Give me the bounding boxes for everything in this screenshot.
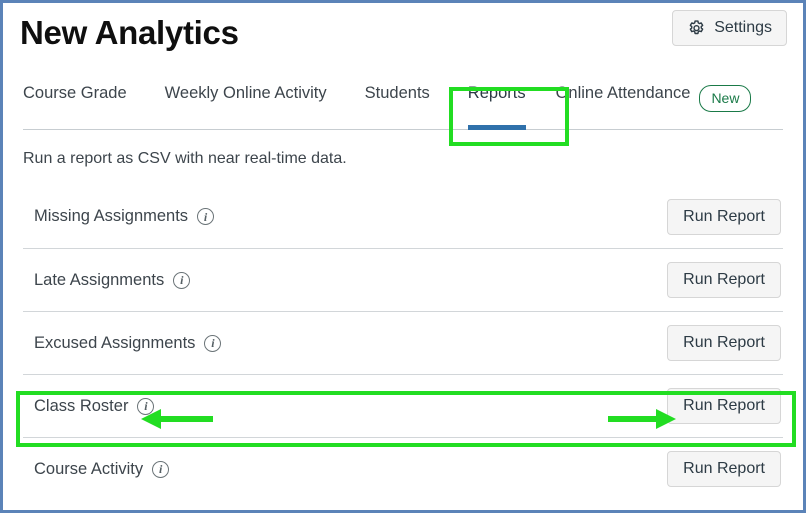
run-report-button[interactable]: Run Report — [667, 198, 781, 235]
page-header: New Analytics Settings — [3, 3, 803, 75]
settings-button[interactable]: Settings — [672, 10, 787, 46]
report-name: Class Roster — [34, 396, 129, 415]
page-title: New Analytics — [20, 14, 239, 51]
table-row: Course Activity i Run Report — [23, 437, 783, 500]
report-description: Run a report as CSV with near real-time … — [23, 150, 347, 167]
gear-icon — [687, 19, 706, 38]
tab-label: Online Attendance — [555, 84, 691, 102]
tab-online-attendance[interactable]: Online Attendance New — [556, 75, 752, 130]
tab-bar: Course Grade Weekly Online Activity Stud… — [23, 75, 783, 130]
report-row-label-group: Class Roster i — [23, 396, 155, 416]
tab-label: Reports — [467, 84, 526, 102]
tab-course-grade[interactable]: Course Grade — [23, 75, 127, 130]
settings-button-label: Settings — [714, 19, 772, 36]
report-name: Excused Assignments — [34, 333, 196, 352]
table-row: Excused Assignments i Run Report — [23, 311, 783, 374]
report-row-label-group: Course Activity i — [23, 459, 170, 479]
tab-students[interactable]: Students — [365, 75, 430, 130]
table-row: Missing Assignments i Run Report — [23, 185, 783, 248]
info-icon[interactable]: i — [204, 334, 222, 352]
report-row-label-group: Missing Assignments i — [23, 207, 215, 226]
run-report-button[interactable]: Run Report — [667, 388, 781, 424]
report-row-label-group: Excused Assignments i — [23, 333, 222, 353]
new-analytics-window: New Analytics Settings Course Grade Week… — [0, 0, 806, 513]
info-icon[interactable]: i — [197, 208, 215, 225]
run-report-button[interactable]: Run Report — [667, 262, 781, 298]
report-row-label-group: Late Assignments i — [23, 270, 191, 290]
tab-weekly-online-activity[interactable]: Weekly Online Activity — [165, 75, 327, 130]
tab-label: Weekly Online Activity — [164, 84, 327, 102]
active-tab-underline — [467, 125, 526, 130]
info-icon[interactable]: i — [173, 271, 191, 289]
report-list: Missing Assignments i Run Report Late As… — [23, 185, 783, 500]
run-report-button[interactable]: Run Report — [667, 451, 781, 487]
tab-label: Students — [364, 84, 430, 102]
report-name: Late Assignments — [34, 270, 165, 289]
info-icon[interactable]: i — [152, 460, 170, 478]
report-name: Course Activity — [34, 459, 144, 478]
tab-reports[interactable]: Reports — [467, 75, 526, 130]
status-badge-new: New — [699, 85, 752, 112]
table-row: Class Roster i Run Report — [23, 374, 783, 437]
run-report-button[interactable]: Run Report — [667, 325, 781, 361]
report-name: Missing Assignments — [34, 207, 189, 225]
table-row: Late Assignments i Run Report — [23, 248, 783, 311]
tab-label: Course Grade — [23, 84, 127, 102]
info-icon[interactable]: i — [137, 397, 155, 415]
